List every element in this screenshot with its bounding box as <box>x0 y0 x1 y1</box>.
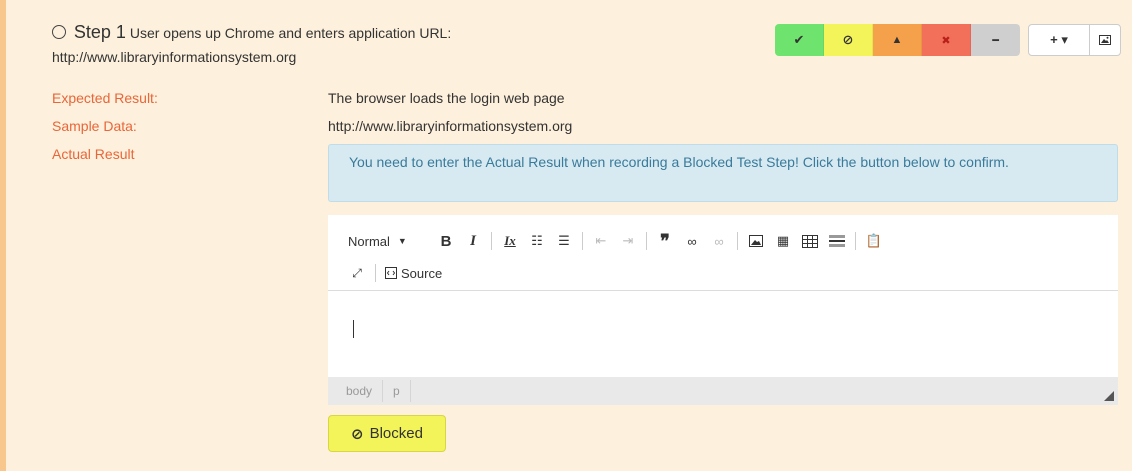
blockquote-icon[interactable]: ❞ <box>656 230 674 252</box>
toolbar-divider <box>737 232 738 250</box>
caret-icon: ▼ <box>397 236 407 246</box>
image-button[interactable] <box>1090 25 1120 55</box>
minus-icon: ━ <box>992 34 999 47</box>
bold-icon[interactable]: B <box>437 230 455 252</box>
element-path-bar: body p <box>328 377 1118 405</box>
blocked-icon: ⊘ <box>351 425 364 443</box>
source-label: Source <box>401 265 443 281</box>
plus-caret-icon: + ▾ <box>1050 32 1068 47</box>
pass-button[interactable]: ✔ <box>775 24 824 56</box>
tool-button-group: + ▾ <box>1028 24 1121 56</box>
toolbar-divider <box>582 232 583 250</box>
path-p[interactable]: p <box>393 384 400 398</box>
step-radio[interactable] <box>52 25 66 39</box>
table-icon[interactable] <box>801 230 819 252</box>
fail-button[interactable]: ✖ <box>922 24 971 56</box>
blocked-alert: You need to enter the Actual Result when… <box>328 144 1118 202</box>
toolbar-divider <box>855 232 856 250</box>
toolbar-divider <box>491 232 492 250</box>
indent-icon[interactable]: ⇥ <box>619 230 637 252</box>
warning-icon: ▲ <box>891 34 903 46</box>
blocked-icon: ⊘ <box>842 32 854 47</box>
maximize-icon[interactable]: ⤢ <box>348 262 366 284</box>
path-body[interactable]: body <box>346 384 372 398</box>
checkmark-icon: ✔ <box>793 32 805 47</box>
rich-text-editor: Normal ▼ B I Ix ☷ ☰ ⇤ ⇥ ❞ ∞ ∞ ▦ 📋 ⤢ Sour… <box>328 215 1118 405</box>
editor-toolbar: Normal ▼ B I Ix ☷ ☰ ⇤ ⇥ ❞ ∞ ∞ ▦ 📋 ⤢ Sour… <box>328 215 1118 291</box>
caution-button[interactable]: ▲ <box>873 24 922 56</box>
path-divider <box>382 380 384 402</box>
blocked-status-button[interactable]: ⊘ <box>824 24 873 56</box>
step-description: User opens up Chrome and enters applicat… <box>129 25 452 41</box>
image-icon <box>1099 35 1111 45</box>
outdent-icon[interactable]: ⇤ <box>592 230 610 252</box>
image-insert-icon[interactable] <box>747 230 765 252</box>
step-number: Step 1 <box>73 22 126 42</box>
media-embed-icon[interactable]: ▦ <box>774 230 792 252</box>
actual-result-label: Actual Result <box>52 146 135 162</box>
sample-data-label: Sample Data: <box>52 118 137 134</box>
editor-content-area[interactable] <box>328 291 1118 377</box>
format-dropdown[interactable]: Normal ▼ <box>348 230 428 252</box>
toolbar-divider <box>646 232 647 250</box>
step-url: http://www.libraryinformationsystem.org <box>52 49 297 65</box>
test-step-panel: Step 1 User opens up Chrome and enters a… <box>0 0 1132 471</box>
path-divider <box>409 380 411 402</box>
blocked-button-label: Blocked <box>369 425 423 442</box>
text-cursor <box>353 320 354 338</box>
numbered-list-icon[interactable]: ☷ <box>528 230 546 252</box>
not-applicable-button[interactable]: ━ <box>971 24 1020 56</box>
format-value: Normal <box>348 233 390 249</box>
bulleted-list-icon[interactable]: ☰ <box>555 230 573 252</box>
expected-result-label: Expected Result: <box>52 90 158 106</box>
remove-format-icon[interactable]: Ix <box>501 230 519 252</box>
sample-data-value: http://www.libraryinformationsystem.org <box>328 118 573 134</box>
source-icon <box>385 267 397 279</box>
toolbar-divider <box>375 264 376 282</box>
source-button[interactable]: Source <box>385 262 442 284</box>
x-icon: ✖ <box>941 34 951 47</box>
status-button-group: ✔ ⊘ ▲ ✖ ━ <box>775 24 1020 56</box>
horizontal-rule-icon[interactable] <box>828 230 846 252</box>
paste-icon[interactable]: 📋 <box>865 230 883 252</box>
link-icon[interactable]: ∞ <box>683 230 701 252</box>
italic-icon[interactable]: I <box>464 230 482 252</box>
unlink-icon[interactable]: ∞ <box>710 230 728 252</box>
resize-handle-icon[interactable] <box>1104 391 1114 401</box>
add-dropdown-button[interactable]: + ▾ <box>1029 25 1090 55</box>
blocked-confirm-button[interactable]: ⊘ Blocked <box>328 415 446 452</box>
step-header: Step 1 User opens up Chrome and enters a… <box>52 22 752 67</box>
expected-result-value: The browser loads the login web page <box>328 90 565 106</box>
